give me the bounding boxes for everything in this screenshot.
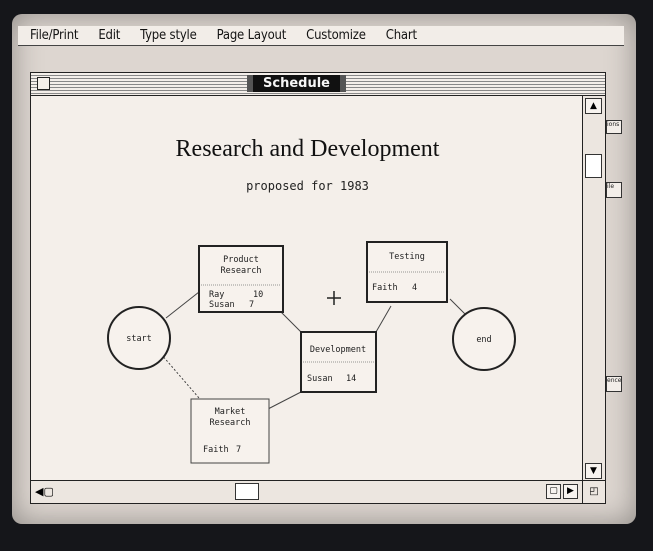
- side-tab-1[interactable]: ions: [606, 120, 622, 134]
- document-canvas[interactable]: Research and Development proposed for 19…: [31, 96, 584, 481]
- side-tab-2[interactable]: ile: [606, 182, 622, 198]
- background-window-strip: ions ile ences: [598, 86, 624, 486]
- menu-page-layout[interactable]: Page Layout: [217, 28, 287, 43]
- scroll-left-buttons-icon[interactable]: ◀▢: [35, 485, 54, 498]
- window-title-bar[interactable]: Schedule: [31, 73, 605, 96]
- menu-file-print[interactable]: File/Print: [30, 28, 79, 43]
- connector-product-development: [280, 311, 302, 333]
- menu-bar: File/Print Edit Type style Page Layout C…: [18, 26, 624, 46]
- market-research-name-1: Faith: [203, 445, 229, 455]
- end-label: end: [476, 335, 491, 345]
- schedule-window: Schedule Research and Development propos…: [30, 72, 606, 504]
- scroll-right-arrow-icon[interactable]: ▶: [563, 484, 578, 499]
- close-box-icon[interactable]: [37, 77, 50, 90]
- product-research-value-2: 7: [249, 300, 254, 310]
- testing-value-1: 4: [412, 283, 417, 293]
- connector-market-development: [267, 391, 302, 410]
- product-research-title-2: Research: [221, 266, 262, 276]
- testing-title: Testing: [389, 252, 425, 262]
- menu-customize[interactable]: Customize: [306, 28, 366, 43]
- product-research-title-1: Product: [223, 255, 259, 265]
- connector-development-testing: [375, 305, 392, 333]
- market-research-value-1: 7: [236, 445, 241, 455]
- horizontal-scrollbar[interactable]: ◀▢ ▢ ▶: [31, 480, 584, 503]
- menu-edit[interactable]: Edit: [98, 28, 120, 43]
- pert-chart: start end Product Research Ray 10 Susan …: [107, 241, 516, 464]
- connector-start-market: [160, 353, 200, 399]
- product-research-name-2: Susan: [209, 300, 235, 310]
- development-value-1: 14: [346, 374, 356, 384]
- connector-start-product: [165, 291, 200, 319]
- horizontal-scroll-thumb[interactable]: [235, 483, 259, 500]
- testing-name-1: Faith: [372, 283, 398, 293]
- start-label: start: [126, 334, 152, 344]
- page-icon[interactable]: ▢: [546, 484, 561, 499]
- market-research-title-1: Market: [215, 407, 246, 417]
- menu-chart[interactable]: Chart: [386, 28, 417, 43]
- menu-type-style[interactable]: Type style: [140, 28, 197, 43]
- side-tab-3[interactable]: ences: [606, 376, 622, 392]
- crosshair-cursor-icon: [327, 291, 341, 305]
- window-title: Schedule: [247, 75, 346, 92]
- market-research-title-2: Research: [210, 418, 251, 428]
- product-research-value-1: 10: [253, 290, 263, 300]
- development-title: Development: [310, 345, 366, 355]
- development-name-1: Susan: [307, 374, 333, 384]
- product-research-name-1: Ray: [209, 290, 224, 300]
